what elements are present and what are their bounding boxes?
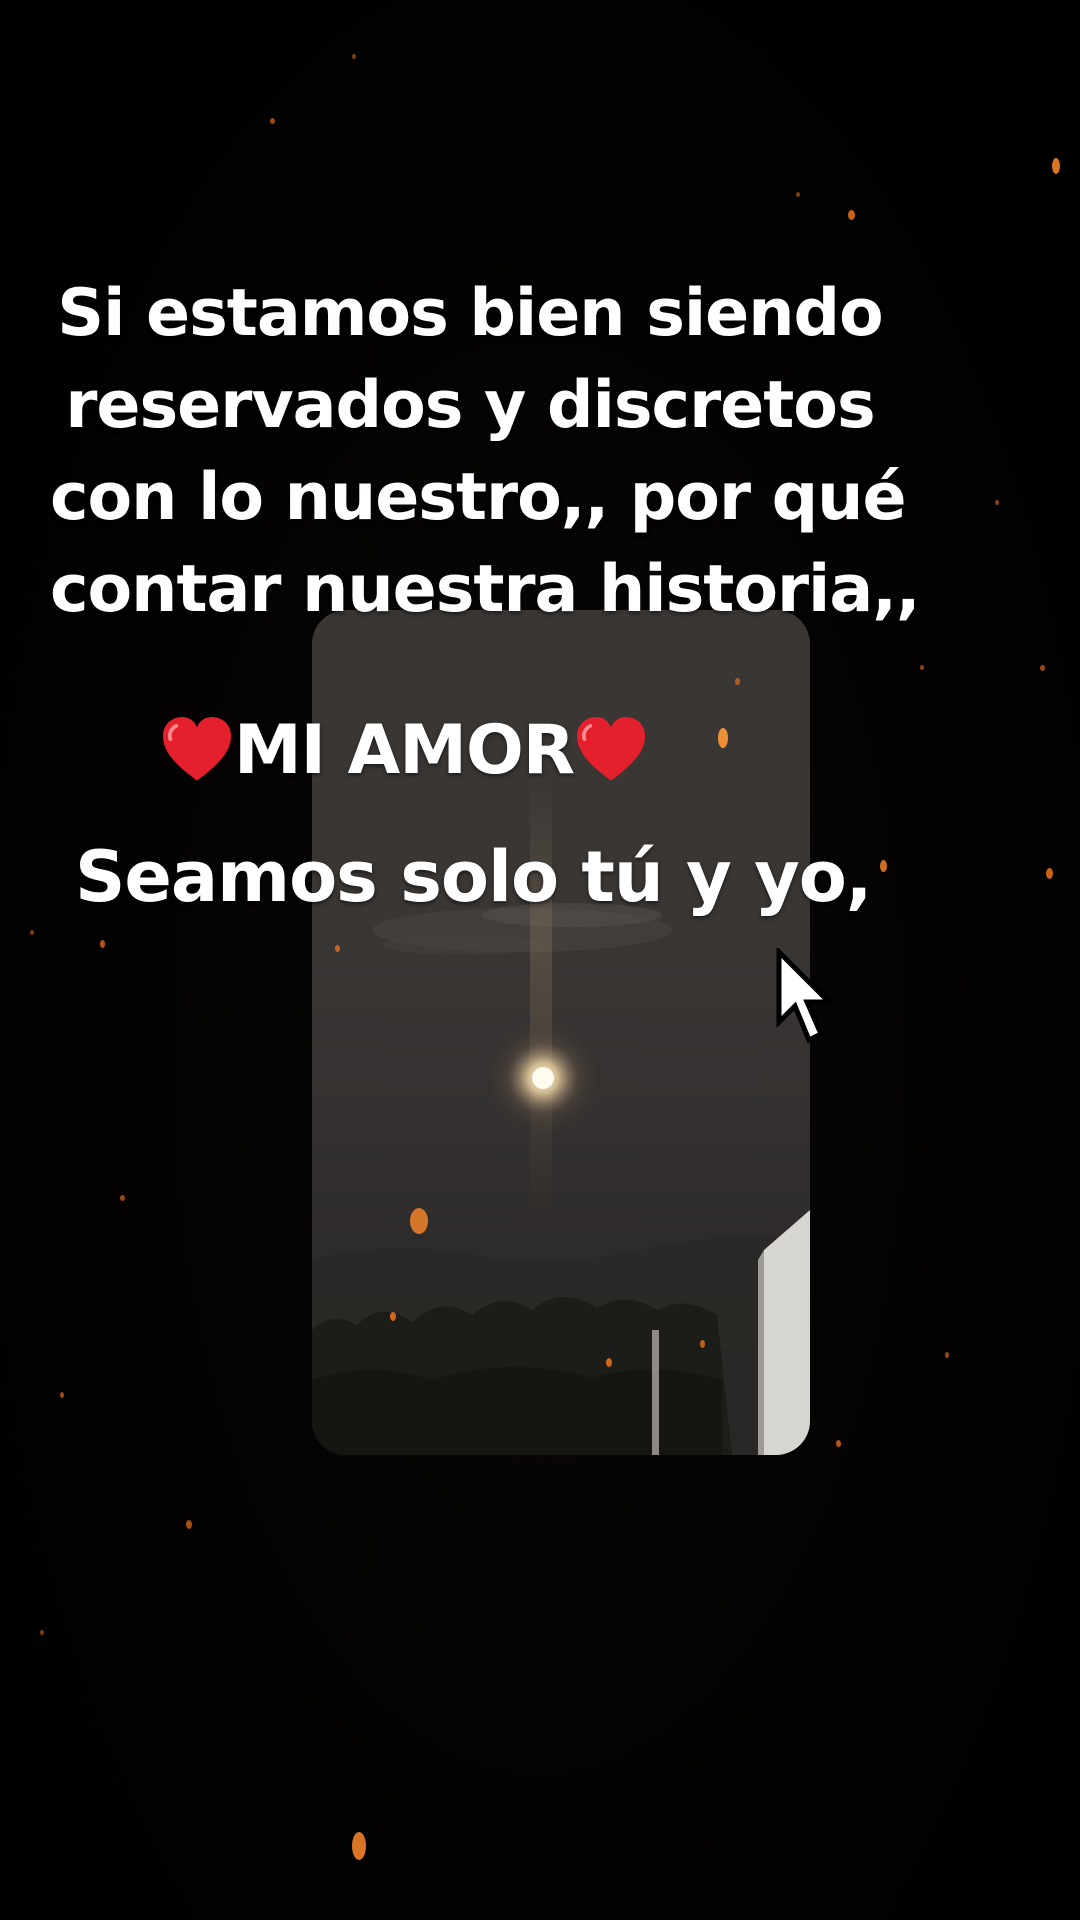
ember-particle <box>352 54 356 59</box>
ember-particle <box>718 728 728 748</box>
ember-particle <box>880 860 887 872</box>
caption-line: contar nuestra historia,, <box>50 552 921 627</box>
ember-particle <box>836 1440 841 1447</box>
video-frame: Si estamos bien siendo reservados y disc… <box>0 0 1080 1920</box>
ember-particle <box>735 678 740 685</box>
ember-particle <box>848 210 855 220</box>
ember-particle <box>920 665 924 670</box>
ember-particle <box>186 1520 192 1529</box>
red-heart-icon <box>577 716 646 781</box>
ember-particle <box>796 192 800 197</box>
main-caption: Si estamos bien siendo reservados y disc… <box>50 268 921 636</box>
ember-particle <box>1046 868 1053 879</box>
love-line: MI AMOR <box>160 708 648 794</box>
love-text: MI AMOR <box>234 711 575 790</box>
ember-particle <box>1040 665 1045 671</box>
ember-particle <box>410 1208 428 1234</box>
ember-particle <box>40 1630 44 1635</box>
caption-line: reservados y discretos <box>65 368 875 443</box>
ember-particle <box>995 500 999 505</box>
ember-particle <box>120 1195 125 1201</box>
ember-particle <box>700 1340 705 1348</box>
ember-particle <box>30 930 34 935</box>
ember-particle <box>100 940 105 948</box>
ember-particle <box>945 1352 949 1358</box>
caption-line: con lo nuestro,, por qué <box>50 460 907 535</box>
ember-particle <box>60 1392 64 1398</box>
mouse-pointer-icon <box>776 948 835 1044</box>
ember-particle <box>1052 158 1060 174</box>
ember-particle <box>352 1832 366 1860</box>
ember-particle <box>335 945 340 952</box>
ember-particle <box>270 118 275 124</box>
closing-line: Seamos solo tú y yo, <box>75 836 872 918</box>
ember-particle <box>390 1312 396 1321</box>
red-heart-icon <box>162 716 232 781</box>
caption-line: Si estamos bien siendo <box>57 276 883 351</box>
ember-particle <box>606 1358 612 1367</box>
